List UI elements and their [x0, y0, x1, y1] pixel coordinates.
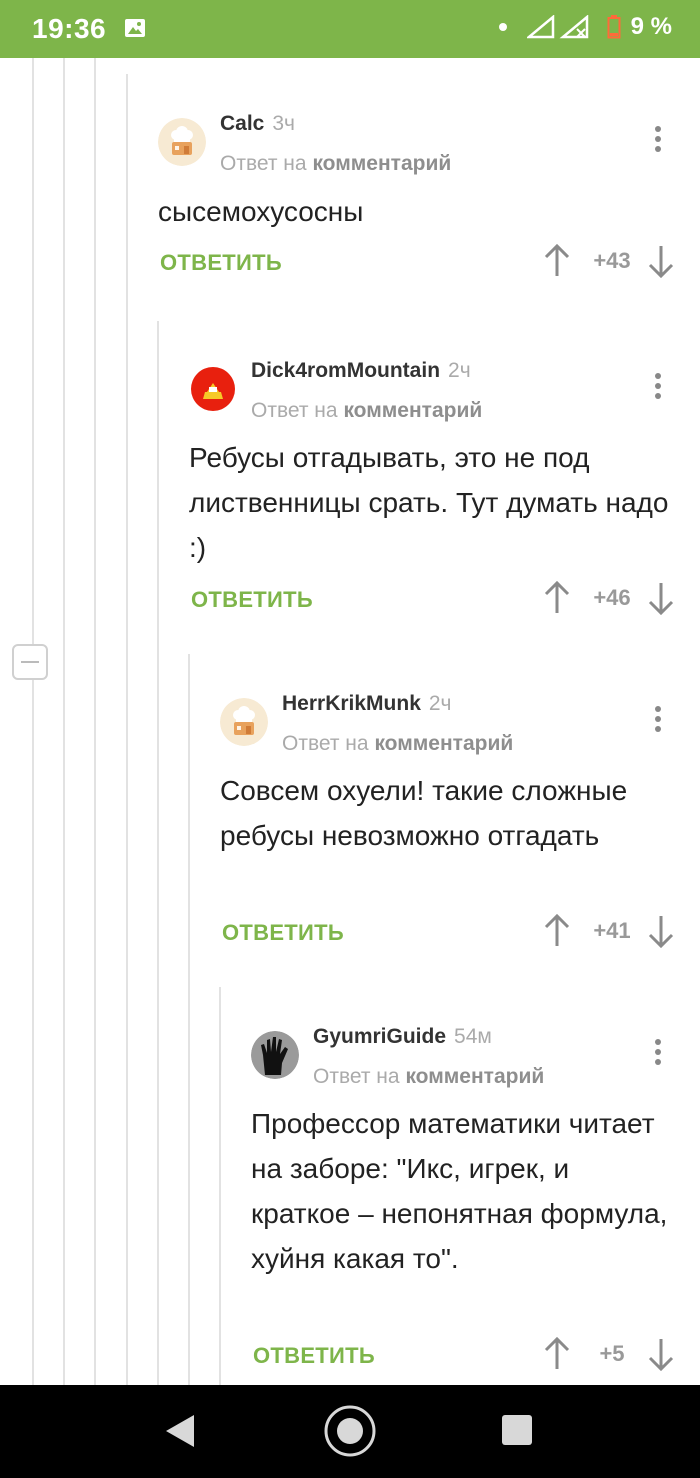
comment-time: 3ч [272, 112, 295, 135]
collapse-thread-button[interactable] [12, 644, 48, 680]
upvote-arrow-icon[interactable] [544, 244, 570, 278]
comment-score: +43 [593, 248, 631, 273]
notification-dot-icon [498, 23, 507, 31]
reply-to: Ответ на комментарий [251, 399, 482, 423]
avatar[interactable] [220, 698, 268, 746]
avatar[interactable] [189, 365, 237, 413]
system-navigation-bar [0, 1385, 700, 1478]
more-options-icon[interactable] [648, 126, 668, 156]
minus-icon [21, 661, 39, 663]
comment-score: +5 [599, 1341, 625, 1366]
username-text: Calc [220, 112, 265, 135]
vote-controls: +46 [530, 579, 700, 619]
avatar[interactable] [158, 118, 206, 166]
comment-time: 2ч [448, 359, 471, 382]
upvote-arrow-icon[interactable] [544, 581, 570, 615]
reply-prefix: Ответ на [251, 399, 338, 422]
gallery-notification-icon [125, 19, 145, 37]
status-bar: 19:36 9 % [0, 0, 700, 58]
battery-low-icon [607, 15, 621, 39]
downvote-arrow-icon[interactable] [648, 914, 674, 948]
reply-parent-link[interactable]: комментарий [405, 1065, 544, 1088]
back-icon[interactable] [164, 1413, 196, 1449]
vote-controls: +41 [530, 912, 700, 952]
reply-button[interactable]: ОТВЕТИТЬ [222, 920, 344, 946]
comment-text: сысемохусосны [158, 196, 364, 227]
username[interactable]: GyumriGuide 54м [313, 1025, 492, 1049]
comment-time: 54м [454, 1025, 492, 1048]
home-icon[interactable] [323, 1404, 377, 1458]
status-indicators: 9 % [498, 13, 672, 41]
status-time: 19:36 [32, 13, 107, 44]
comment: Dick4romMountain 2ч Ответ на комментарий … [157, 321, 700, 1385]
reply-prefix: Ответ на [313, 1065, 400, 1088]
battery-percent: 9 % [630, 13, 672, 40]
reply-button[interactable]: ОТВЕТИТЬ [191, 587, 313, 613]
more-options-icon[interactable] [648, 706, 668, 736]
reply-button[interactable]: ОТВЕТИТЬ [253, 1343, 375, 1369]
comment: HerrKrikMunk 2ч Ответ на комментарий Совс… [188, 654, 700, 1385]
reply-prefix: Ответ на [220, 152, 307, 175]
red-circle-avatar-icon [191, 367, 235, 411]
username-text: HerrKrikMunk [282, 692, 421, 715]
reply-prefix: Ответ на [282, 732, 369, 755]
username-text: GyumriGuide [313, 1025, 447, 1048]
reply-to: Ответ на комментарий [282, 732, 513, 756]
username[interactable]: Dick4romMountain 2ч [251, 359, 471, 383]
reply-parent-link[interactable]: комментарий [374, 732, 513, 755]
more-options-icon[interactable] [648, 1039, 668, 1069]
signal-icon [526, 15, 588, 39]
comment-time: 2ч [428, 692, 452, 715]
downvote-arrow-icon[interactable] [648, 244, 674, 278]
more-options-icon[interactable] [648, 373, 668, 403]
username-text: Dick4romMountain [251, 359, 441, 382]
avatar[interactable] [251, 1031, 299, 1079]
black-hand-avatar-icon [251, 1031, 299, 1079]
comment: GyumriGuide 54м Ответ на комментарий Проф… [219, 987, 700, 1385]
reply-parent-link[interactable]: комментарий [343, 399, 482, 422]
upvote-arrow-icon[interactable] [544, 1337, 570, 1371]
username[interactable]: Calc 3ч [220, 112, 295, 136]
reply-to: Ответ на комментарий [313, 1065, 544, 1089]
comment-text: Совсем охуели! такие сложные ребусы нево… [220, 775, 628, 851]
username[interactable]: HerrKrikMunk 2ч [282, 692, 452, 716]
downvote-arrow-icon[interactable] [648, 581, 674, 615]
chef-hat-avatar-icon [158, 118, 206, 166]
upvote-arrow-icon[interactable] [544, 914, 570, 948]
comment-thread: Calc 3ч Ответ на комментарий сысемохусосн… [0, 58, 700, 1385]
comment-score: +46 [593, 585, 631, 610]
vote-controls: +5 [530, 1335, 700, 1375]
reply-parent-link[interactable]: комментарий [312, 152, 451, 175]
reply-button[interactable]: ОТВЕТИТЬ [160, 250, 282, 276]
thread-line [32, 58, 34, 1385]
recent-apps-icon[interactable] [502, 1415, 532, 1445]
downvote-arrow-icon[interactable] [648, 1337, 674, 1371]
comment-score: +41 [593, 918, 631, 943]
thread-line [94, 58, 96, 1385]
comment-text: Ребусы отгадывать, это не под лиственниц… [189, 442, 669, 563]
vote-controls: +43 [530, 242, 700, 282]
comment: Calc 3ч Ответ на комментарий сысемохусосн… [126, 74, 700, 1385]
comment-text: Профессор математики читает на заборе: "… [251, 1108, 668, 1274]
chef-hat-avatar-icon [220, 698, 268, 746]
reply-to: Ответ на комментарий [220, 152, 451, 176]
thread-line [63, 58, 65, 1385]
